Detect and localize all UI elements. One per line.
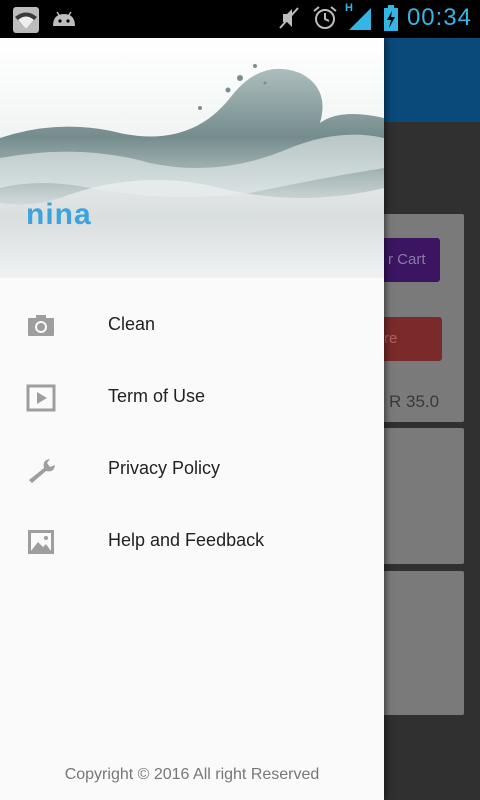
alarm-icon <box>311 4 339 32</box>
menu-item-privacy-policy[interactable]: Privacy Policy <box>0 434 384 506</box>
network-type: H <box>344 2 353 14</box>
drawer-menu: Clean Term of Use Privacy Policy Help an… <box>0 290 384 578</box>
mute-icon <box>275 4 303 32</box>
product-card <box>380 428 464 564</box>
battery-charging-icon <box>383 4 399 32</box>
copyright-text: Copyright © 2016 All right Reserved <box>64 766 320 783</box>
red-action-button: re <box>380 317 442 361</box>
navigation-drawer: nina Clean Term of Use Privacy Policy He… <box>0 38 384 800</box>
signal-icon: H <box>344 2 375 32</box>
wrench-icon <box>26 456 56 484</box>
drawer-header: nina <box>0 38 384 278</box>
menu-item-clean[interactable]: Clean <box>0 290 384 362</box>
product-card <box>380 571 464 715</box>
product-price: R 35.0 <box>389 392 440 411</box>
add-to-cart-button: r Cart <box>380 238 440 282</box>
menu-item-label: Clean <box>108 314 156 334</box>
water-wave-image <box>0 64 384 205</box>
brand-logo: nina <box>26 198 92 231</box>
menu-item-help-and-feedback[interactable]: Help and Feedback <box>0 506 384 578</box>
camera-icon <box>26 312 56 340</box>
play-icon <box>26 384 56 412</box>
menu-item-label: Term of Use <box>108 386 206 406</box>
status-bar: H 00:34 <box>0 0 480 38</box>
image-icon <box>26 528 56 556</box>
menu-item-term-of-use[interactable]: Term of Use <box>0 362 384 434</box>
menu-item-label: Privacy Policy <box>108 458 221 478</box>
android-icon <box>50 6 78 34</box>
menu-item-label: Help and Feedback <box>108 530 265 550</box>
status-clock: 00:34 <box>406 4 472 31</box>
wifi-icon <box>12 6 40 34</box>
